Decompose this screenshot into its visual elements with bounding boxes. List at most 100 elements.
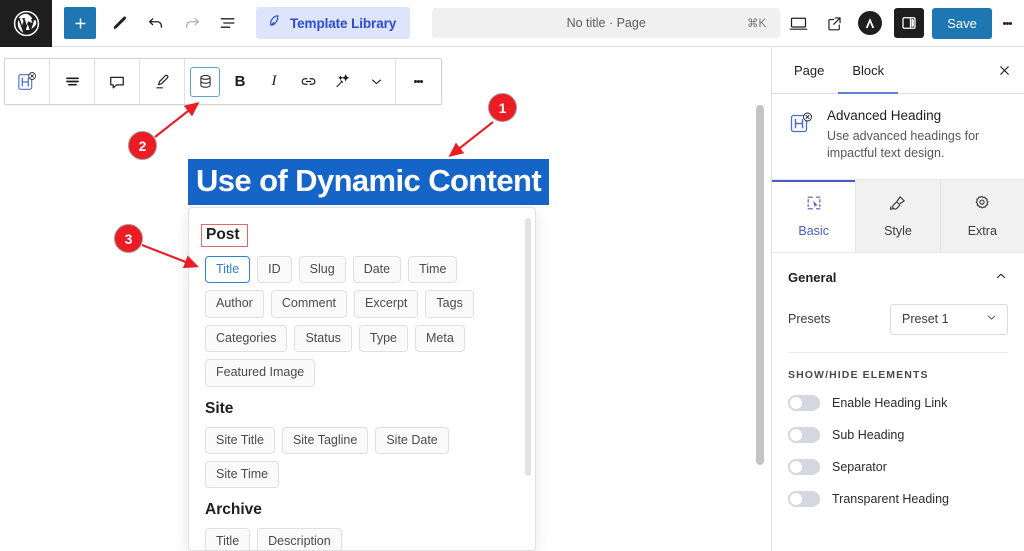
- sidebar-tabs: Page Block: [772, 47, 1024, 94]
- dynamic-group-title-post: Post: [201, 224, 248, 247]
- command-bar[interactable]: No title · Page ⌘K: [432, 8, 781, 38]
- edit-tools-pencil-icon[interactable]: [102, 5, 138, 41]
- text-format-group: B I: [185, 59, 396, 104]
- add-block-button[interactable]: [64, 7, 96, 39]
- general-section-header[interactable]: General: [788, 269, 1008, 286]
- add-comment-icon[interactable]: [95, 59, 140, 104]
- tab-style-label: Style: [884, 224, 912, 238]
- sidebar-mode-tabs: Basic Style Extra: [772, 179, 1024, 253]
- heading-text-selected[interactable]: Use of Dynamic Content: [188, 159, 550, 205]
- toggle-switch[interactable]: [788, 490, 820, 507]
- chip-archive-title[interactable]: Title: [205, 528, 251, 550]
- chip-post-title[interactable]: Title: [205, 256, 251, 284]
- template-library-icon: [267, 13, 283, 34]
- chip-post-tags[interactable]: Tags: [425, 290, 474, 318]
- toggle-label: Separator: [832, 459, 887, 474]
- settings-sidebar: Page Block Advanced Heading Use advanced: [771, 47, 1024, 551]
- italic-button[interactable]: I: [257, 59, 291, 104]
- view-external-link-icon[interactable]: [816, 5, 852, 41]
- editor-canvas: Use of Dynamic Content Post Title ID Slu…: [0, 47, 771, 551]
- dynamic-content-database-icon[interactable]: [190, 66, 220, 97]
- chip-post-date[interactable]: Date: [352, 256, 402, 284]
- general-section-title: General: [788, 269, 837, 285]
- chip-site-title[interactable]: Site Title: [205, 426, 275, 454]
- astra-logo-icon[interactable]: [858, 11, 883, 35]
- bold-button[interactable]: B: [223, 59, 257, 104]
- toggle-sub-heading[interactable]: Sub Heading: [788, 426, 1008, 443]
- top-bar-right-actions: Save: [780, 5, 1024, 41]
- toggle-transparent-heading[interactable]: Transparent Heading: [788, 490, 1008, 507]
- chip-post-type[interactable]: Type: [358, 324, 408, 353]
- italic-icon: I: [271, 73, 277, 89]
- save-button[interactable]: Save: [932, 7, 992, 39]
- block-options-kebab-menu-icon[interactable]: [396, 59, 441, 104]
- chip-post-categories[interactable]: Categories: [205, 324, 288, 353]
- tab-page[interactable]: Page: [780, 47, 838, 93]
- tab-basic[interactable]: Basic: [772, 179, 857, 252]
- chip-post-meta[interactable]: Meta: [415, 324, 465, 353]
- redo-icon[interactable]: [174, 5, 210, 41]
- align-text-icon[interactable]: [50, 59, 95, 104]
- tab-style[interactable]: Style: [856, 179, 941, 252]
- presets-row: Presets Preset 1: [788, 303, 1008, 335]
- general-section: General Presets Preset 1 SHOW/HIDE ELEME…: [772, 253, 1024, 507]
- block-type-advanced-heading-button[interactable]: [5, 59, 50, 104]
- command-bar-title: No title · Page: [566, 16, 646, 30]
- section-divider: [788, 351, 1008, 353]
- chip-post-author[interactable]: Author: [205, 290, 264, 318]
- tab-basic-label: Basic: [798, 224, 829, 238]
- gear-icon: [972, 193, 992, 216]
- more-formats-chevron-down-icon[interactable]: [359, 59, 393, 104]
- advanced-heading-block[interactable]: Use of Dynamic Content: [188, 159, 550, 205]
- toggle-switch[interactable]: [788, 394, 820, 411]
- presets-select[interactable]: Preset 1: [890, 303, 1008, 335]
- tab-block[interactable]: Block: [838, 47, 898, 94]
- tab-extra[interactable]: Extra: [940, 179, 1024, 252]
- chip-post-comment[interactable]: Comment: [270, 290, 348, 318]
- canvas-scrollbar[interactable]: [756, 105, 764, 465]
- toggle-switch[interactable]: [788, 426, 820, 443]
- ai-sparkle-icon[interactable]: [325, 59, 359, 104]
- link-button[interactable]: [291, 59, 325, 104]
- highlighter-pen-icon[interactable]: [140, 59, 185, 104]
- dynamic-chips-archive: Title Description: [205, 528, 519, 550]
- chevron-up-icon[interactable]: [994, 269, 1008, 286]
- dynamic-chips-post: Title ID Slug Date Time Author Comment E…: [205, 256, 519, 387]
- block-name: Advanced Heading: [827, 108, 942, 123]
- chip-post-time[interactable]: Time: [408, 256, 458, 284]
- document-overview-icon[interactable]: [210, 5, 246, 41]
- advanced-heading-block-icon: [788, 108, 816, 163]
- chip-post-slug[interactable]: Slug: [298, 256, 346, 284]
- paintbrush-icon: [888, 193, 908, 216]
- toggle-label: Enable Heading Link: [832, 395, 948, 410]
- dynamic-group-title-site: Site: [205, 399, 234, 417]
- dynamic-chips-site: Site Title Site Tagline Site Date Site T…: [205, 426, 519, 489]
- chip-archive-description[interactable]: Description: [257, 528, 342, 550]
- chip-site-date[interactable]: Site Date: [375, 426, 449, 454]
- editor-top-bar: Template Library No title · Page ⌘K Save: [0, 0, 1024, 47]
- toggle-label: Sub Heading: [832, 427, 905, 442]
- chip-post-excerpt[interactable]: Excerpt: [354, 290, 419, 318]
- settings-sidebar-icon[interactable]: [894, 8, 925, 38]
- dynamic-content-popover: Post Title ID Slug Date Time Author Comm…: [188, 207, 536, 551]
- tab-extra-label: Extra: [967, 224, 997, 238]
- undo-icon[interactable]: [138, 5, 174, 41]
- chip-site-tagline[interactable]: Site Tagline: [281, 426, 369, 454]
- desktop-view-icon[interactable]: [780, 5, 816, 41]
- toggle-switch[interactable]: [788, 458, 820, 475]
- toggle-enable-heading-link[interactable]: Enable Heading Link: [788, 394, 1008, 411]
- close-icon[interactable]: [984, 47, 1024, 93]
- chip-post-id[interactable]: ID: [257, 256, 292, 284]
- presets-label: Presets: [788, 312, 831, 326]
- chip-post-featured-image[interactable]: Featured Image: [205, 359, 316, 387]
- chip-post-status[interactable]: Status: [294, 324, 352, 353]
- presets-value: Preset 1: [902, 312, 949, 326]
- options-kebab-menu-icon[interactable]: [992, 5, 1024, 41]
- toggle-separator[interactable]: Separator: [788, 458, 1008, 475]
- cursor-select-icon: [804, 193, 824, 216]
- popover-scrollbar[interactable]: [525, 218, 531, 476]
- template-library-button[interactable]: Template Library: [256, 7, 411, 39]
- chip-site-time[interactable]: Site Time: [205, 460, 280, 489]
- block-description: Use advanced headings for impactful text…: [827, 129, 980, 161]
- wordpress-logo-icon[interactable]: [0, 0, 52, 47]
